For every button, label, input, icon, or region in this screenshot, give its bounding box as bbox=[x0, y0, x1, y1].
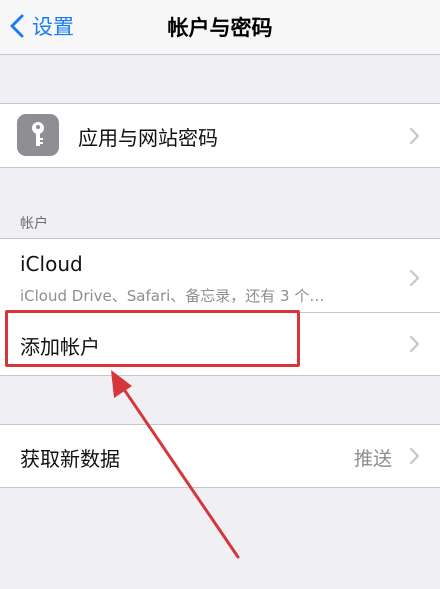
page-title: 帐户与密码 bbox=[167, 16, 273, 40]
accounts-group: iCloud iCloud Drive、Safari、备忘录，还有 3 个… 添… bbox=[0, 238, 440, 376]
fetch-group: 获取新数据 推送 bbox=[0, 424, 440, 488]
row-value: 推送 bbox=[353, 448, 392, 470]
row-label: iCloud bbox=[20, 252, 83, 276]
chevron-right-icon bbox=[409, 127, 420, 145]
navigation-bar: 设置 帐户与密码 bbox=[0, 0, 440, 55]
row-subtitle: iCloud Drive、Safari、备忘录，还有 3 个… bbox=[20, 287, 325, 305]
section-header-accounts: 帐户 bbox=[20, 216, 48, 232]
key-icon bbox=[17, 114, 59, 156]
passwords-group: 应用与网站密码 bbox=[0, 103, 440, 168]
row-app-website-passwords[interactable]: 应用与网站密码 bbox=[0, 104, 440, 167]
row-icloud[interactable]: iCloud iCloud Drive、Safari、备忘录，还有 3 个… bbox=[0, 239, 440, 312]
row-label: 添加帐户 bbox=[20, 335, 100, 359]
chevron-right-icon bbox=[409, 447, 420, 465]
row-add-account[interactable]: 添加帐户 bbox=[0, 312, 440, 375]
row-fetch-new-data[interactable]: 获取新数据 推送 bbox=[0, 425, 440, 487]
chevron-right-icon bbox=[409, 335, 420, 353]
row-label: 应用与网站密码 bbox=[78, 126, 218, 150]
chevron-right-icon bbox=[409, 269, 420, 287]
row-label: 获取新数据 bbox=[20, 447, 120, 471]
